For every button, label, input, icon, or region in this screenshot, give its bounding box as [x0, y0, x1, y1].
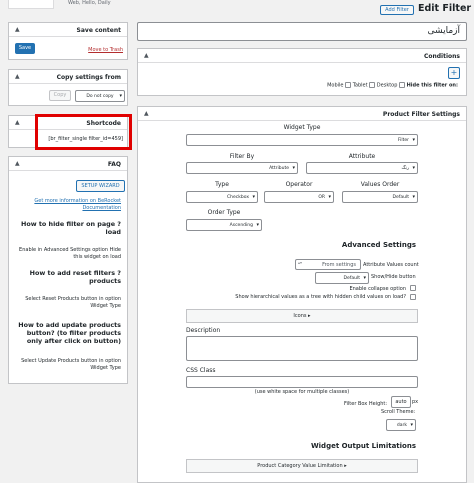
faq-answer: Enable in Advanced Settings option Hide … [19, 247, 121, 260]
type-label: Type [215, 181, 229, 188]
expand-arrow-icon: ▸ [342, 463, 347, 469]
scroll-theme-label: Scroll Theme: [381, 409, 416, 415]
operator-label: Operator [285, 181, 313, 188]
faq-answer: Select Reset Products button in option W… [25, 296, 121, 309]
box-title: Product Filter Settings [382, 111, 460, 118]
attribute-label: Attribute [348, 153, 376, 160]
box-title: Copy settings from [56, 74, 121, 81]
advanced-settings-heading: Advanced Settings [341, 241, 416, 249]
category-limitation-toggle[interactable]: Product Category Value Limitation ▸ [186, 459, 418, 473]
faq-box: ▲ FAQ SETUP WIZARD Get more information o… [8, 156, 128, 384]
collapse-option-checkbox[interactable] [410, 285, 416, 291]
css-class-label: CSS Class [186, 367, 216, 374]
widget-type-select[interactable]: Filter [186, 134, 418, 146]
mobile-checkbox[interactable] [345, 82, 352, 88]
description-label: Description [186, 327, 221, 334]
shortcode-highlight [35, 114, 132, 150]
collapse-caret-icon[interactable]: ▲ [144, 52, 149, 59]
collapse-option-label: Enable collapse option [349, 286, 406, 292]
box-title: Save content [76, 27, 121, 34]
expand-arrow-icon: ▸ [306, 313, 311, 319]
filter-by-select[interactable]: Attribute [186, 162, 298, 174]
css-class-field[interactable] [186, 376, 418, 388]
order-type-select[interactable]: Ascending [186, 219, 262, 231]
box-height-unit: px [412, 399, 419, 405]
faq-answer: Select Update Products button in option … [21, 358, 121, 371]
widget-type-label: Widget Type [283, 124, 321, 131]
description-textarea[interactable] [186, 336, 418, 361]
save-button[interactable]: Save [15, 43, 35, 54]
faq-question: How to add update products button? (to f… [18, 321, 121, 345]
add-filter-button[interactable]: Add Filter [380, 5, 414, 15]
values-order-select[interactable]: Default [342, 191, 418, 203]
css-class-hint: (use white space for multiple classes) [254, 389, 350, 395]
top-tab-strip: Web, Hello, Daily [0, 0, 140, 10]
icons-toggle[interactable]: Icons ▸ [186, 309, 418, 323]
tablet-checkbox[interactable] [369, 82, 376, 88]
attribute-values-count-label: Attribute Values count [363, 262, 419, 268]
page-title: Edit Filter [418, 3, 472, 14]
copy-source-select[interactable]: Do not copy [75, 90, 125, 102]
device-label: Tablet [352, 82, 368, 89]
save-content-box: ▲ Save content Save Move to Trash [8, 22, 128, 60]
filter-name-field[interactable]: آزمایشی [137, 22, 467, 41]
conditions-box: ▲ Conditions + Mobile Tablet Desktop Hide… [137, 48, 467, 96]
hierarchical-label: Show hierarchical values as a tree with … [235, 294, 406, 300]
top-crumb: Web, Hello, Daily [68, 0, 111, 6]
collapse-caret-icon[interactable]: ▲ [15, 73, 20, 80]
show-hide-button-label: Show/Hide button [371, 274, 416, 280]
move-to-trash-link[interactable]: Move to Trash [88, 47, 123, 53]
spinner-icon: ▴▾ [298, 260, 303, 265]
top-tab-1[interactable] [8, 0, 54, 9]
order-type-label: Order Type [207, 209, 241, 216]
box-title: Conditions [423, 53, 460, 60]
box-height-label: Filter Box Height: [344, 401, 388, 407]
show-hide-button-select[interactable]: Default [315, 272, 369, 284]
documentation-link[interactable]: Get more information on BeRocket Documen… [25, 198, 121, 212]
add-condition-button[interactable]: + [448, 67, 460, 79]
attribute-values-count-field[interactable]: From settings ▴▾ [295, 259, 361, 270]
setup-wizard-button[interactable]: SETUP WIZARD [76, 180, 125, 192]
collapse-caret-icon[interactable]: ▲ [15, 160, 20, 167]
product-filter-settings-box: ▲ Product Filter Settings Widget Type Fil… [137, 106, 467, 483]
widget-output-limitations-heading: Widget Output Limitations [310, 442, 416, 450]
copy-button[interactable]: Copy [49, 90, 71, 101]
filter-by-label: Filter By [229, 153, 255, 160]
faq-question: How to hide filter on page ?load [21, 220, 121, 236]
copy-settings-box: ▲ Copy settings from Copy Do not copy [8, 69, 128, 106]
scroll-theme-select[interactable]: dark [386, 419, 416, 431]
collapse-caret-icon[interactable]: ▲ [15, 119, 20, 126]
values-order-label: Values Order [360, 181, 400, 188]
attribute-select[interactable]: رنگ [306, 162, 418, 174]
box-title: FAQ [107, 161, 121, 168]
desktop-checkbox[interactable] [399, 82, 405, 88]
faq-question: How to add reset filters ?products [29, 269, 121, 285]
type-select[interactable]: Checkbox [186, 191, 258, 203]
device-visibility-row: Mobile Tablet Desktop Hide this filter o… [327, 82, 458, 89]
hierarchical-checkbox[interactable] [410, 294, 416, 300]
operator-select[interactable]: OR [264, 191, 334, 203]
box-height-field[interactable]: auto [391, 396, 411, 408]
hide-filter-label: Hide this filter on: [406, 82, 458, 89]
collapse-caret-icon[interactable]: ▲ [144, 110, 149, 117]
collapse-caret-icon[interactable]: ▲ [15, 26, 20, 33]
device-label: Mobile [327, 82, 344, 89]
device-label: Desktop [376, 82, 398, 89]
